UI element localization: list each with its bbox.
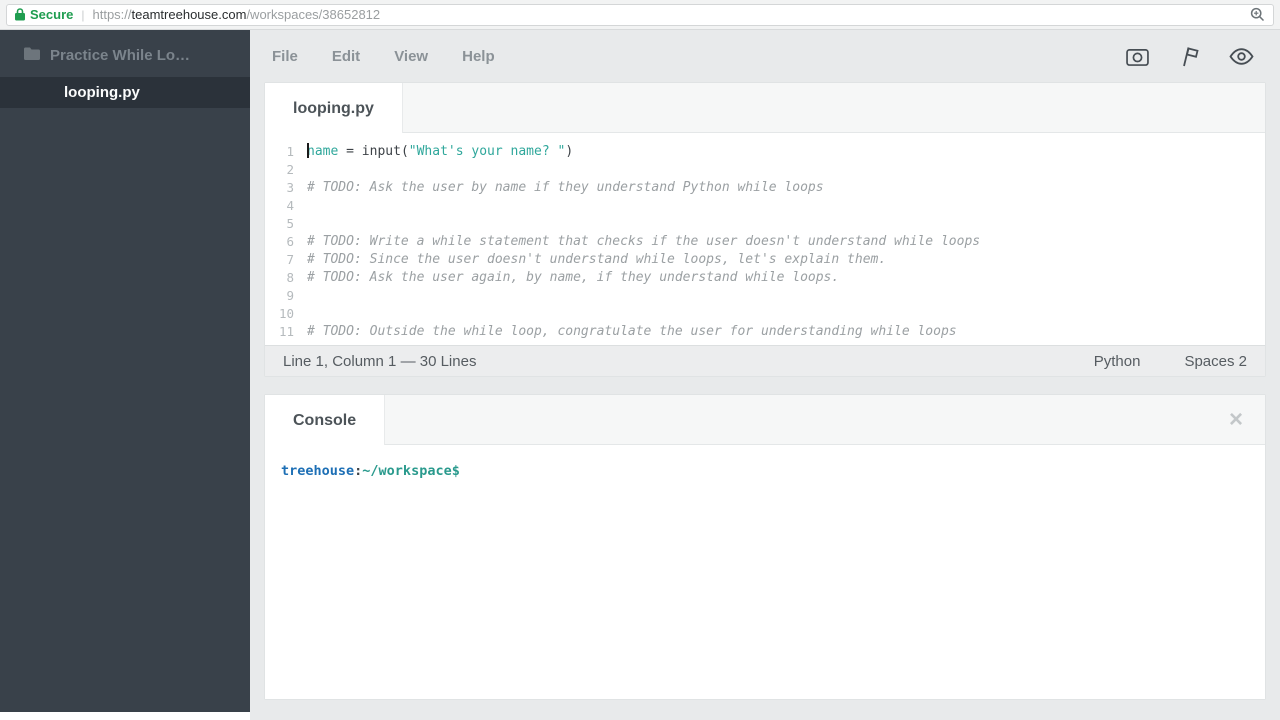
code-line[interactable]: 4 (265, 197, 1265, 215)
address-separator: | (81, 7, 85, 22)
editor-panel: looping.py 1 name = input("What's your na… (264, 82, 1266, 377)
url-path: /workspaces/38652812 (246, 7, 381, 22)
statusbar-right: Python Spaces 2 (1094, 353, 1247, 370)
editor-tabbar: looping.py (265, 83, 1265, 134)
code-line[interactable]: 11 # TODO: Outside the while loop, congra… (265, 323, 1265, 341)
menubar: File Edit View Help (264, 30, 1266, 82)
text-cursor (307, 143, 309, 158)
browser-chrome: Secure | https://teamtreehouse.com/works… (0, 0, 1280, 30)
menu-help[interactable]: Help (462, 48, 495, 65)
code-area[interactable]: 1 name = input("What's your name? ") 2 3 # T… (265, 133, 1265, 345)
url-domain: teamtreehouse.com (131, 7, 247, 22)
console-tabbar: Console × (265, 395, 1265, 446)
camera-icon[interactable] (1126, 47, 1149, 66)
cursor-position-status: Line 1, Column 1 — 30 Lines (283, 352, 477, 370)
project-name: Practice While Lo… (50, 47, 191, 64)
code-line[interactable]: 1 name = input("What's your name? ") (265, 143, 1265, 161)
indent-selector[interactable]: Spaces 2 (1184, 353, 1247, 370)
file-sidebar: Practice While Lo… looping.py (0, 30, 250, 712)
menu-view[interactable]: View (394, 48, 428, 65)
line-number: 10 (278, 306, 294, 321)
secure-label: Secure (30, 7, 74, 22)
folder-icon (24, 47, 40, 64)
url-scheme: https:// (92, 7, 132, 22)
console-body[interactable]: treehouse:~/workspace$ (265, 445, 1265, 699)
sidebar-project[interactable]: Practice While Lo… (0, 30, 250, 77)
tab-console[interactable]: Console (265, 395, 386, 446)
file-name: looping.py (64, 84, 140, 101)
eye-icon[interactable] (1229, 47, 1254, 65)
workspace-app: Practice While Lo… looping.py File Edit … (0, 30, 1280, 720)
language-selector[interactable]: Python (1094, 353, 1141, 370)
tab-looping-py[interactable]: looping.py (265, 83, 403, 134)
menu-file[interactable]: File (272, 48, 298, 65)
line-number: 6 (286, 234, 294, 249)
line-number: 11 (278, 324, 294, 339)
menu-edit[interactable]: Edit (332, 48, 360, 65)
fork-flag-icon[interactable] (1179, 45, 1199, 67)
code-line[interactable]: 3 # TODO: Ask the user by name if they un… (265, 179, 1265, 197)
padlock-icon[interactable] (15, 8, 25, 21)
code-line[interactable]: 9 (265, 287, 1265, 305)
line-number: 3 (286, 180, 294, 195)
line-number: 4 (286, 198, 294, 213)
line-number: 1 (286, 144, 294, 159)
url-text: https://teamtreehouse.com/workspaces/386… (93, 7, 381, 22)
code-line[interactable]: 8 # TODO: Ask the user again, by name, if… (265, 269, 1265, 287)
code-line[interactable]: 6 # TODO: Write a while statement that ch… (265, 233, 1265, 251)
line-number: 2 (286, 162, 294, 177)
sidebar-file-looping-py[interactable]: looping.py (0, 77, 250, 108)
code-line[interactable]: 10 (265, 305, 1265, 323)
editor-statusbar: Line 1, Column 1 — 30 Lines Python Space… (265, 345, 1265, 376)
main-panel: File Edit View Help looping.py 1 name = … (250, 30, 1280, 720)
toolbar-icons (1126, 45, 1266, 67)
line-number: 5 (286, 216, 294, 231)
line-number: 7 (286, 252, 294, 267)
line-number: 9 (286, 288, 294, 303)
address-bar[interactable]: Secure | https://teamtreehouse.com/works… (6, 3, 1274, 26)
code-line[interactable]: 2 (265, 161, 1265, 179)
code-line[interactable]: 5 (265, 215, 1265, 233)
code-line[interactable]: 7 # TODO: Since the user doesn't understa… (265, 251, 1265, 269)
tab-label: looping.py (293, 99, 374, 117)
line-number: 8 (286, 270, 294, 285)
zoom-icon[interactable] (1250, 7, 1265, 22)
console-tab-label: Console (293, 411, 357, 429)
close-icon[interactable]: × (1229, 395, 1265, 444)
console-panel: Console × treehouse:~/workspace$ (264, 394, 1266, 700)
console-prompt: treehouse:~/workspace$ (281, 463, 460, 479)
